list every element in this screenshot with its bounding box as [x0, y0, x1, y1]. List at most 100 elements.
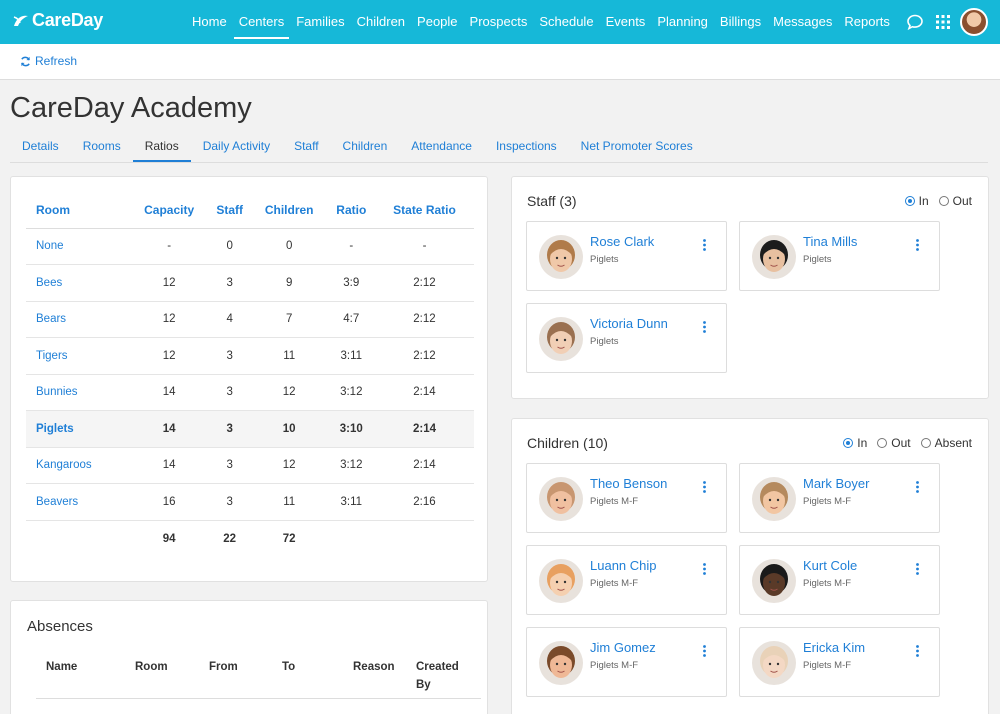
- refresh-button[interactable]: Refresh: [20, 54, 77, 68]
- more-options-icon[interactable]: [703, 644, 706, 657]
- staff-card[interactable]: Victoria Dunn Piglets: [526, 303, 727, 373]
- nav-schedule[interactable]: Schedule: [533, 0, 599, 44]
- staff-card[interactable]: Tina Mills Piglets: [739, 221, 940, 291]
- tab-staff[interactable]: Staff: [282, 132, 330, 162]
- ratios-cell-children: 9: [250, 264, 328, 302]
- room-link[interactable]: Bunnies: [26, 374, 130, 411]
- ratios-cell-state-ratio: -: [374, 228, 474, 265]
- nav-messages[interactable]: Messages: [767, 0, 838, 44]
- ratios-col-staff[interactable]: Staff: [208, 192, 251, 229]
- room-link[interactable]: Bears: [26, 301, 130, 338]
- more-options-icon[interactable]: [916, 562, 919, 575]
- more-options-icon[interactable]: [916, 480, 919, 493]
- nav-prospects[interactable]: Prospects: [464, 0, 534, 44]
- more-options-icon[interactable]: [916, 238, 919, 251]
- apps-grid-icon[interactable]: [936, 15, 950, 29]
- staff-card[interactable]: Rose Clark Piglets: [526, 221, 727, 291]
- tab-children[interactable]: Children: [331, 132, 400, 162]
- absences-col-name[interactable]: Name: [46, 658, 77, 676]
- chat-icon[interactable]: [906, 13, 924, 31]
- staff-name-link[interactable]: Victoria Dunn: [590, 316, 668, 331]
- child-name-link[interactable]: Jim Gomez: [590, 640, 656, 655]
- tab-daily-activity[interactable]: Daily Activity: [191, 132, 282, 162]
- tab-ratios[interactable]: Ratios: [132, 132, 191, 162]
- ratios-total-capacity: 94: [162, 532, 176, 545]
- nav-home[interactable]: Home: [186, 0, 233, 44]
- children-filter-radio-out[interactable]: Out: [877, 436, 911, 450]
- absences-col-to[interactable]: To: [282, 658, 295, 676]
- nav-people[interactable]: People: [411, 0, 463, 44]
- tab-details[interactable]: Details: [10, 132, 71, 162]
- staff-filter-radio-in[interactable]: In: [904, 194, 929, 208]
- absences-col-room[interactable]: Room: [135, 658, 168, 676]
- ratios-cell-ratio: 3:12: [327, 447, 375, 484]
- ratios-col-state-ratio[interactable]: State Ratio: [374, 192, 474, 229]
- child-room: Piglets M-F: [803, 496, 852, 507]
- ratios-cell-children: 11: [250, 483, 328, 521]
- child-name-link[interactable]: Theo Benson: [590, 476, 667, 491]
- top-icons: [906, 8, 988, 36]
- child-name-link[interactable]: Luann Chip: [590, 558, 657, 573]
- nav-centers[interactable]: Centers: [233, 0, 291, 44]
- nav-events[interactable]: Events: [600, 0, 652, 44]
- tab-net-promoter-scores[interactable]: Net Promoter Scores: [569, 132, 705, 162]
- ratios-cell-capacity: 14: [129, 447, 209, 484]
- ratios-col-ratio[interactable]: Ratio: [327, 192, 375, 229]
- staff-name-link[interactable]: Rose Clark: [590, 234, 654, 249]
- child-card[interactable]: Jim Gomez Piglets M-F: [526, 627, 727, 697]
- staff-filter-radio-out[interactable]: Out: [938, 194, 972, 208]
- tab-rooms[interactable]: Rooms: [71, 132, 133, 162]
- ratios-total-label: [26, 520, 130, 557]
- nav-families[interactable]: Families: [290, 0, 350, 44]
- room-link[interactable]: Tigers: [26, 337, 130, 375]
- nav-billings[interactable]: Billings: [714, 0, 767, 44]
- more-options-icon[interactable]: [916, 644, 919, 657]
- child-card[interactable]: Luann Chip Piglets M-F: [526, 545, 727, 615]
- ratios-cell-state-ratio: 2:14: [374, 410, 474, 448]
- child-room: Piglets M-F: [590, 496, 639, 507]
- ratios-cell-state-ratio: 2:12: [374, 337, 474, 375]
- tab-inspections[interactable]: Inspections: [484, 132, 569, 162]
- nav-planning[interactable]: Planning: [651, 0, 714, 44]
- child-card[interactable]: Theo Benson Piglets M-F: [526, 463, 727, 533]
- room-link[interactable]: Piglets: [26, 410, 130, 448]
- more-options-icon[interactable]: [703, 480, 706, 493]
- tab-attendance[interactable]: Attendance: [399, 132, 484, 162]
- ratios-col-capacity[interactable]: Capacity: [129, 192, 209, 229]
- absences-header-row: Name Room From To Reason Created By: [36, 655, 481, 699]
- more-options-icon[interactable]: [703, 320, 706, 333]
- child-card[interactable]: Kurt Cole Piglets M-F: [739, 545, 940, 615]
- child-room: Piglets M-F: [803, 660, 852, 671]
- nav-children[interactable]: Children: [351, 0, 411, 44]
- child-name-link[interactable]: Kurt Cole: [803, 558, 857, 573]
- careday-logo[interactable]: CareDay: [12, 10, 103, 31]
- absences-col-reason[interactable]: Reason: [353, 658, 395, 676]
- room-link[interactable]: Beavers: [26, 483, 130, 521]
- child-card[interactable]: Ericka Kim Piglets M-F: [739, 627, 940, 697]
- ratios-cell-ratio: 3:10: [327, 410, 375, 448]
- child-name-link[interactable]: Mark Boyer: [803, 476, 869, 491]
- radio-label: In: [918, 194, 929, 208]
- room-link[interactable]: Kangaroos: [26, 447, 130, 484]
- radio-label: Absent: [934, 436, 972, 450]
- absences-col-from[interactable]: From: [209, 658, 238, 676]
- ratios-cell-ratio: 4:7: [327, 301, 375, 338]
- table-row: Bears 12 4 7 4:7 2:12: [26, 301, 474, 338]
- room-link[interactable]: None: [26, 228, 130, 265]
- absences-card: Absences Name Room From To Reason Create…: [10, 600, 488, 714]
- ratios-col-children[interactable]: Children: [250, 192, 328, 229]
- children-filter-radio-in[interactable]: In: [843, 436, 867, 450]
- more-options-icon[interactable]: [703, 562, 706, 575]
- more-options-icon[interactable]: [703, 238, 706, 251]
- ratios-table: Room Capacity Staff Children Ratio State Rati…: [26, 192, 474, 557]
- child-name-link[interactable]: Ericka Kim: [803, 640, 865, 655]
- room-link[interactable]: Bees: [26, 264, 130, 302]
- ratios-col-room[interactable]: Room: [26, 192, 130, 229]
- user-avatar[interactable]: [960, 8, 988, 36]
- children-filter-radio-absent[interactable]: Absent: [920, 436, 972, 450]
- staff-name-link[interactable]: Tina Mills: [803, 234, 857, 249]
- logo-text: CareDay: [32, 10, 103, 30]
- child-card[interactable]: Mark Boyer Piglets M-F: [739, 463, 940, 533]
- absences-col-created-by[interactable]: Created By: [416, 658, 471, 694]
- nav-reports[interactable]: Reports: [838, 0, 896, 44]
